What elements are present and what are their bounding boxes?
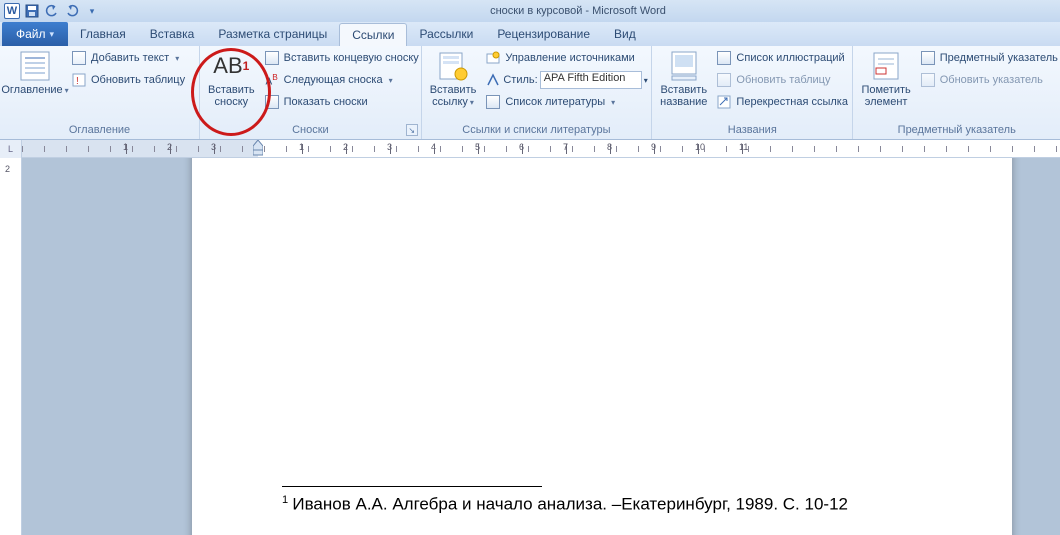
document-canvas[interactable]: 1 Иванов А.А. Алгебра и начало анализа. … xyxy=(22,158,1060,535)
group-footnotes: AB1 Вставитьсноску Вставить концевую сно… xyxy=(200,46,422,139)
footnote-text: 1 Иванов А.А. Алгебра и начало анализа. … xyxy=(282,494,848,515)
bibliography-button[interactable]: Список литературы xyxy=(482,92,650,112)
group-label: Сноски xyxy=(206,122,415,139)
word-app-icon: W xyxy=(4,3,20,19)
tab-главная[interactable]: Главная xyxy=(68,23,138,46)
add-text-button[interactable]: Добавить текст xyxy=(68,48,188,68)
tab-selector-icon[interactable]: L xyxy=(0,140,22,158)
page: 1 Иванов А.А. Алгебра и начало анализа. … xyxy=(192,158,1012,535)
update-index-button[interactable]: Обновить указатель xyxy=(917,70,1060,90)
mark-entry-button[interactable]: Пометитьэлемент xyxy=(859,48,912,110)
group-toc: Оглавление Добавить текст !Обновить табл… xyxy=(0,46,200,139)
svg-text:!: ! xyxy=(76,76,79,87)
ribbon: Оглавление Добавить текст !Обновить табл… xyxy=(0,46,1060,140)
insert-index-button[interactable]: Предметный указатель xyxy=(917,48,1060,68)
cross-reference-button[interactable]: Перекрестная ссылка xyxy=(713,92,851,112)
update-toc-button[interactable]: !Обновить таблицу xyxy=(68,70,188,90)
citation-style-select[interactable]: Стиль: APA Fifth Edition▾ xyxy=(482,70,650,90)
save-icon[interactable] xyxy=(24,3,40,19)
indent-marker-icon[interactable] xyxy=(253,140,263,158)
insert-endnote-button[interactable]: Вставить концевую сноску xyxy=(261,48,422,68)
ribbon-tabs: Файл ГлавнаяВставкаРазметка страницыСсыл… xyxy=(0,22,1060,46)
list-of-figures-button[interactable]: Список иллюстраций xyxy=(713,48,851,68)
group-label: Оглавление xyxy=(6,122,193,139)
title-bar: W ▾ сноски в курсовой - Microsoft Word xyxy=(0,0,1060,22)
tab-разметка страницы[interactable]: Разметка страницы xyxy=(206,23,339,46)
undo-icon[interactable] xyxy=(44,3,60,19)
group-citations: Вставитьссылку Управление источниками Ст… xyxy=(422,46,652,139)
group-label: Предметный указатель xyxy=(859,122,1054,139)
group-label: Ссылки и списки литературы xyxy=(428,122,645,139)
next-footnote-button[interactable]: ABСледующая сноска xyxy=(261,70,422,90)
qat-customize-icon[interactable]: ▾ xyxy=(84,3,100,19)
manage-sources-button[interactable]: Управление источниками xyxy=(482,48,650,68)
tab-ссылки[interactable]: Ссылки xyxy=(339,23,407,46)
vertical-ruler[interactable]: 2 xyxy=(0,158,22,535)
group-captions: Вставитьназвание Список иллюстраций Обно… xyxy=(652,46,853,139)
tab-рассылки[interactable]: Рассылки xyxy=(407,23,485,46)
redo-icon[interactable] xyxy=(64,3,80,19)
insert-caption-button[interactable]: Вставитьназвание xyxy=(658,48,709,110)
group-index: Пометитьэлемент Предметный указатель Обн… xyxy=(853,46,1060,139)
window-title: сноски в курсовой - Microsoft Word xyxy=(490,5,666,17)
quick-access: W ▾ xyxy=(4,3,100,19)
toc-button[interactable]: Оглавление xyxy=(6,48,64,99)
group-label: Названия xyxy=(658,122,846,139)
tab-вставка[interactable]: Вставка xyxy=(138,23,207,46)
tab-рецензирование[interactable]: Рецензирование xyxy=(485,23,602,46)
work-area: 2 1 Иванов А.А. Алгебра и начало анализа… xyxy=(0,158,1060,535)
insert-citation-button[interactable]: Вставитьссылку xyxy=(428,48,479,111)
update-captions-table-button[interactable]: Обновить таблицу xyxy=(713,70,851,90)
footnotes-launcher-icon[interactable]: ↘ xyxy=(406,124,418,136)
tab-вид[interactable]: Вид xyxy=(602,23,648,46)
horizontal-ruler[interactable]: L 3211234567891011 xyxy=(0,140,1060,158)
tab-file[interactable]: Файл xyxy=(2,22,68,46)
show-notes-button[interactable]: Показать сноски xyxy=(261,92,422,112)
insert-footnote-button[interactable]: AB1 Вставитьсноску xyxy=(206,48,257,110)
footnote-separator xyxy=(282,486,542,487)
